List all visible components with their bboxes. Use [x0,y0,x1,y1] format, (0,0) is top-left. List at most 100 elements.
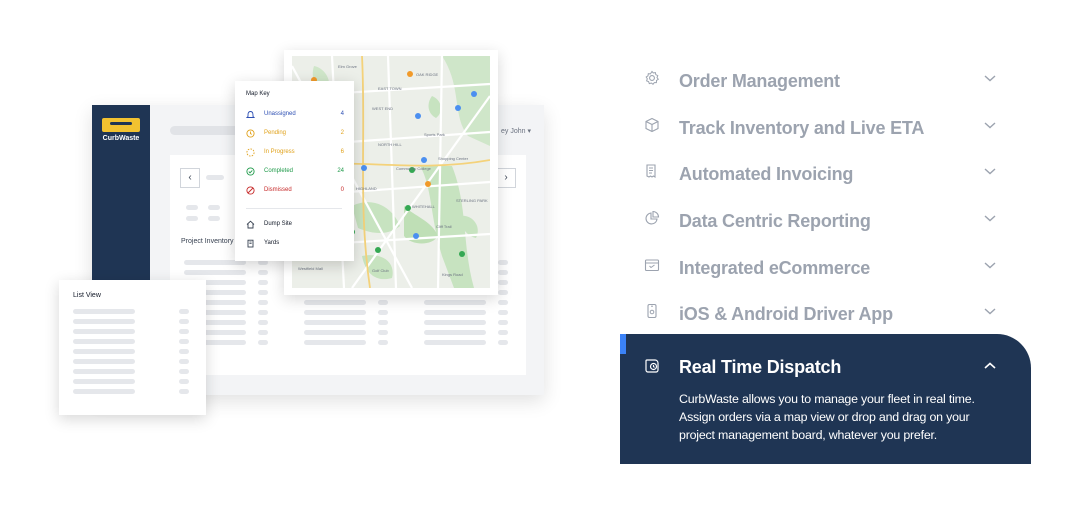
placeholder-bar [73,319,135,324]
map-key-status-count: 24 [337,168,344,174]
pie-chart-icon [645,210,660,225]
placeholder-bar [304,310,366,315]
placeholder-bar [179,349,189,354]
invoice-icon [646,164,656,179]
placeholder-bar [73,309,135,314]
progress-icon [246,148,255,157]
placeholder-bar [179,389,189,394]
map-label: NORTH HILL [378,142,402,147]
placeholder-bar [186,205,198,210]
map-key-status-count: 6 [340,149,344,155]
placeholder-bar [73,339,135,344]
ban-icon [246,186,255,195]
map-key-status-count: 2 [340,130,344,136]
map-key-panel: Map Key Unassigned 4 Pending 2 In Progress 6 C… [235,81,354,261]
accordion-item-label: iOS & Android Driver App [679,304,893,324]
placeholder-bar [179,329,189,334]
accordion-item-track-inventory-and-live-eta[interactable]: Track Inventory and Live ETA [620,101,1031,147]
placeholder-bar [73,329,135,334]
map-label: WEST END [372,106,394,111]
map-key-title: Map Key [246,91,270,97]
map-label: Elm Grove [338,64,357,69]
placeholder-bar [498,340,508,345]
product-illustration: CurbWaste ey John ▾ ‹ › Project Inventor… [0,0,600,527]
map-key-status-label: Pending [264,130,287,136]
map-label: Sports Park [424,132,445,137]
building-icon [247,239,254,248]
map-key-location-row: Yards [246,238,346,250]
placeholder-bar [258,320,268,325]
gear-icon [645,70,660,86]
placeholder-bar [498,330,508,335]
box-icon [645,117,659,133]
map-key-status-count: 0 [340,187,344,193]
placeholder-bar [378,340,388,345]
user-menu: ey John ▾ [501,128,531,135]
map-label: OAK RIDGE [416,72,439,77]
divider [246,208,342,209]
map-label: HIGHLAND [356,186,377,191]
bell-icon [246,111,255,118]
map-key-status-label: Unassigned [264,111,296,117]
placeholder-bar [304,330,366,335]
accordion-item-label: Data Centric Reporting [679,211,871,231]
placeholder-bar [73,389,135,394]
placeholder-bar [378,320,388,325]
map-key-status-label: In Progress [264,149,295,155]
accordion-item-data-centric-reporting[interactable]: Data Centric Reporting [620,194,1031,240]
map-label: Kings Road [442,272,463,277]
chevron-down-icon[interactable] [983,260,997,270]
placeholder-bar [304,340,366,345]
map-key-status-row: Completed 24 [246,166,346,178]
accordion-item-label: Track Inventory and Live ETA [679,118,925,138]
mobile-icon [647,303,657,319]
clock-icon [246,129,255,138]
placeholder-bar [378,300,388,305]
map-key-status-row: Pending 2 [246,128,346,140]
placeholder-bar [258,290,268,295]
placeholder-bar [73,379,135,384]
placeholder-bar [424,340,486,345]
placeholder-bar [179,319,189,324]
chevron-down-icon[interactable] [983,306,997,316]
chevron-up-icon[interactable] [983,361,997,371]
placeholder-bar [179,359,189,364]
placeholder-bar [73,369,135,374]
map-key-status-label: Completed [264,168,294,174]
map-key-location-label: Yards [264,240,280,246]
map-label: WHITEHALL [412,204,435,209]
chevron-down-icon[interactable] [983,120,997,130]
map-key-status-row: Dismissed 0 [246,185,346,197]
placeholder-bar [498,300,508,305]
chevron-down-icon[interactable] [983,73,997,83]
placeholder-bar [179,309,189,314]
placeholder-bar [73,349,135,354]
map-key-status-row: Unassigned 4 [246,109,346,121]
accordion-item-order-management[interactable]: Order Management [620,54,1031,100]
placeholder-bar [206,175,224,180]
curbwaste-logo-icon [102,118,140,132]
placeholder-bar [208,216,220,221]
placeholder-bar [184,270,246,275]
check-circle-icon [246,167,255,176]
accordion-item-real-time-dispatch[interactable]: Real Time Dispatch CurbWaste allows you … [620,334,1031,464]
placeholder-bar [179,379,189,384]
chevron-down-icon[interactable] [983,166,997,176]
map-label: Cliff Trail [436,224,452,229]
brand-name: CurbWaste [102,135,140,142]
map-key-status-row: In Progress 6 [246,147,346,159]
placeholder-bar [424,330,486,335]
chevron-down-icon[interactable] [983,213,997,223]
placeholder-bar [378,310,388,315]
placeholder-bar [498,290,508,295]
accordion-item-integrated-ecommerce[interactable]: Integrated eCommerce [620,241,1031,287]
map-key-status-count: 4 [340,111,344,117]
map-label: Westfield Mall [298,266,323,271]
accordion-item-ios-android-driver-app[interactable]: iOS & Android Driver App [620,287,1031,333]
placeholder-bar [73,359,135,364]
accordion-item-automated-invoicing[interactable]: Automated Invoicing [620,147,1031,193]
project-inventory-label: Project Inventory [181,238,234,245]
active-accent-bar [620,334,626,354]
placeholder-bar [304,300,366,305]
placeholder-bar [304,320,366,325]
